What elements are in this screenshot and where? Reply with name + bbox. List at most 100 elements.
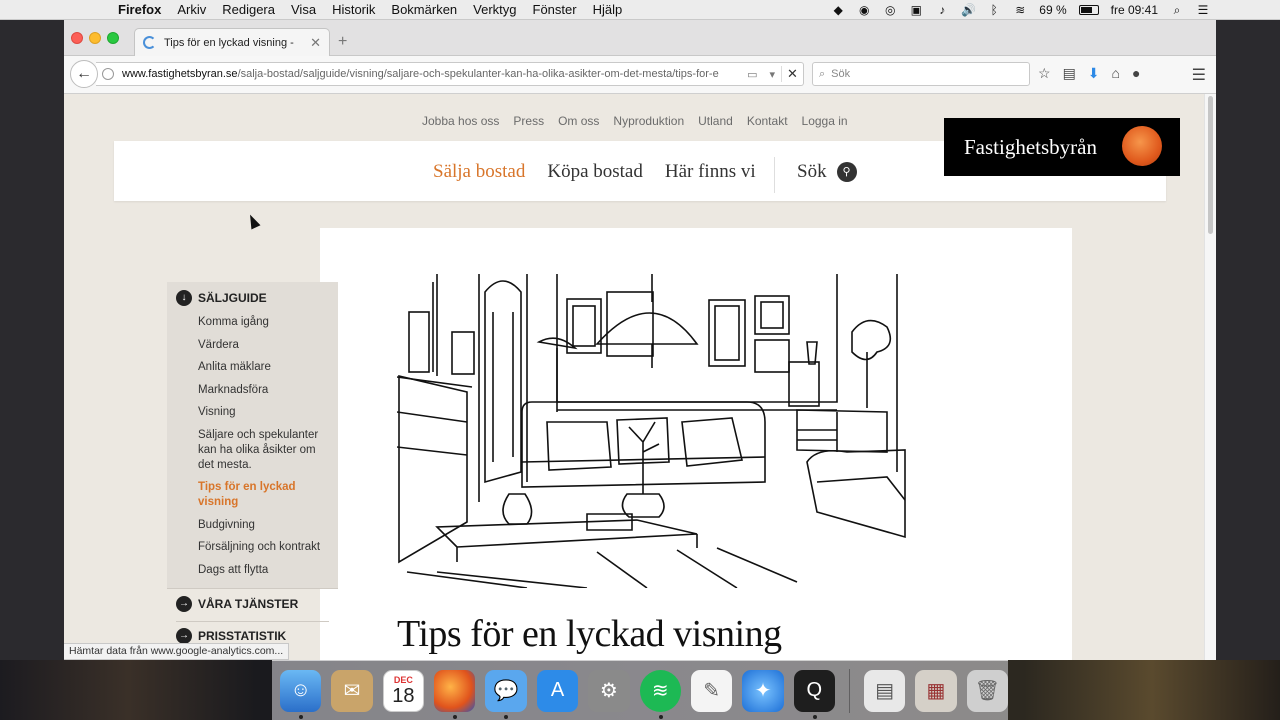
zoom-window-button[interactable] [107, 32, 119, 44]
close-tab-icon[interactable]: ✕ [310, 35, 321, 51]
home-icon[interactable]: ⌂ [1112, 65, 1120, 82]
menu-arkiv[interactable]: Arkiv [169, 2, 214, 17]
window-controls [71, 32, 119, 44]
downloads-icon[interactable]: ⬇ [1088, 65, 1100, 82]
toplink-press[interactable]: Press [513, 114, 544, 128]
sidebar-item-vardera[interactable]: Värdera [198, 338, 328, 353]
stop-icon[interactable]: ✕ [781, 66, 803, 82]
back-button[interactable]: ← [70, 60, 98, 88]
url-text: www.fastighetsbyran.se/salja-bostad/salj… [122, 68, 741, 80]
sidebar-item-visning[interactable]: Visning [198, 405, 328, 420]
tab-title: Tips för en lyckad visning - [164, 36, 294, 49]
sidebar-heading-label: SÄLJGUIDE [198, 291, 267, 305]
close-window-button[interactable] [71, 32, 83, 44]
search-icon: ⌕ [819, 67, 826, 80]
dock: ☺ ✉ DEC 18 💬 A ⚙ ≋ ✎ ✦ Q ▤ ▦ 🗑 [272, 660, 1009, 720]
sidebar-item-marknadsfora[interactable]: Marknadsföra [198, 383, 328, 398]
reader-view-icon[interactable]: ▭ [747, 68, 757, 81]
sync-icon[interactable]: ◎ [883, 3, 897, 17]
menu-verktyg[interactable]: Verktyg [465, 2, 524, 17]
toplink-jobba[interactable]: Jobba hos oss [422, 114, 499, 128]
sidebar-item-budgivning[interactable]: Budgivning [198, 518, 328, 533]
record-icon[interactable]: ◉ [857, 3, 871, 17]
downloads-stack-icon[interactable]: ▤ [863, 669, 906, 712]
search-input[interactable]: ⌕ Sök [812, 62, 1030, 86]
toplink-om-oss[interactable]: Om oss [558, 114, 599, 128]
toplink-kontakt[interactable]: Kontakt [747, 114, 788, 128]
sidebar-item-dags-att-flytta[interactable]: Dags att flytta [198, 563, 328, 578]
menu-historik[interactable]: Historik [324, 2, 383, 17]
site-search-label: Sök [797, 161, 827, 182]
minimize-window-button[interactable] [89, 32, 101, 44]
volume-icon[interactable]: 🔊 [961, 3, 976, 17]
scrollbar-thumb[interactable] [1208, 96, 1213, 234]
system-preferences-icon[interactable]: ⚙ [588, 669, 630, 712]
nav-kopa-bostad[interactable]: Köpa bostad [547, 161, 643, 183]
tab-bar: Tips för en lyckad visning - ✕ + [64, 20, 1216, 56]
url-dropdown-icon[interactable]: ▾ [769, 68, 775, 81]
bookmarks-library-icon[interactable]: ▤ [1063, 65, 1076, 82]
sidebar-item-komma-igang[interactable]: Komma igång [198, 315, 328, 330]
spotlight-icon[interactable]: ⌕ [1170, 3, 1184, 17]
notification-center-icon[interactable]: ☰ [1196, 3, 1210, 17]
chat-icon[interactable]: ● [1132, 65, 1140, 82]
url-domain: www.fastighetsbyran.se [122, 68, 238, 80]
music-icon[interactable]: ♪ [935, 3, 949, 17]
sidebar-list: Komma igång Värdera Anlita mäklare Markn… [198, 315, 328, 585]
dock-separator [848, 668, 850, 713]
menu-visa[interactable]: Visa [283, 2, 324, 17]
menu-redigera[interactable]: Redigera [214, 2, 283, 17]
trash-icon[interactable]: 🗑 [966, 669, 1009, 712]
battery-percent: 69 % [1039, 2, 1067, 17]
sidebar-item-forsaljning-kontrakt[interactable]: Försäljning och kontrakt [198, 540, 328, 555]
sidebar-item-saljare-spekulanter[interactable]: Säljare och spekulanter kan ha olika åsi… [198, 428, 328, 473]
menu-hjalp[interactable]: Hjälp [585, 2, 631, 17]
battery-icon[interactable] [1078, 4, 1099, 15]
arrow-down-circle-icon: ↓ [176, 290, 192, 306]
wifi-icon[interactable]: ≋ [1013, 3, 1027, 17]
notes-icon[interactable]: ▣ [909, 3, 923, 17]
sidebar-section3-label: PRISSTATISTIK [198, 629, 287, 643]
sidebar-heading-saljguide[interactable]: ↓ SÄLJGUIDE [176, 290, 267, 306]
mail-icon[interactable]: ✉ [331, 669, 373, 712]
site-search-button[interactable]: Sök ⚲ [797, 161, 857, 183]
main-nav-items: Sälja bostad Köpa bostad Här finns vi [433, 161, 756, 183]
sidebar-item-anlita-maklare[interactable]: Anlita mäklare [198, 360, 328, 375]
sidebar-heading-prisstatistik[interactable]: → PRISSTATISTIK [176, 628, 286, 644]
menubar: Firefox Arkiv Redigera Visa Historik Bok… [0, 0, 1280, 20]
messages-icon[interactable]: 💬 [485, 669, 527, 719]
menu-app-name[interactable]: Firefox [110, 2, 169, 17]
menu-icon[interactable]: ☰ [1192, 65, 1206, 85]
quicktime-icon[interactable]: Q [793, 669, 835, 719]
nav-bar: www.fastighetsbyran.se/salja-bostad/salj… [64, 56, 1216, 94]
documents-stack-icon[interactable]: ▦ [915, 669, 957, 712]
toplink-logga-in[interactable]: Logga in [802, 114, 848, 128]
sidebar-heading-vara-tjanster[interactable]: → VÅRA TJÄNSTER [176, 596, 298, 612]
menu-bokmarken[interactable]: Bokmärken [383, 2, 465, 17]
calendar-day: 18 [392, 684, 415, 707]
finder-icon[interactable]: ☺ [280, 669, 322, 719]
url-bar[interactable]: www.fastighetsbyran.se/salja-bostad/salj… [96, 62, 804, 86]
sidebar-item-tips-visning[interactable]: Tips för en lyckad visning [198, 480, 328, 510]
tab-active[interactable]: Tips för en lyckad visning - ✕ [134, 28, 330, 56]
bluetooth-icon[interactable]: ᛒ [987, 3, 1001, 17]
toplink-nyproduktion[interactable]: Nyproduktion [613, 114, 684, 128]
bookmark-star-icon[interactable]: ☆ [1038, 65, 1051, 82]
firefox-icon[interactable] [434, 669, 476, 719]
textedit-icon[interactable]: ✎ [690, 669, 733, 712]
site-search-icon: ⚲ [836, 162, 857, 182]
top-links: Jobba hos oss Press Om oss Nyproduktion … [422, 114, 848, 128]
new-tab-icon[interactable]: + [338, 33, 347, 51]
app-store-icon[interactable]: A [536, 669, 579, 712]
spotify-icon[interactable]: ≋ [639, 669, 681, 719]
toplink-utland[interactable]: Utland [698, 114, 733, 128]
menu-fonster[interactable]: Fönster [525, 2, 585, 17]
clock[interactable]: fre 09:41 [1111, 3, 1158, 17]
site-logo[interactable]: Fastighetsbyrån [944, 118, 1180, 176]
calendar-icon[interactable]: DEC 18 [382, 669, 425, 712]
nav-salja-bostad[interactable]: Sälja bostad [433, 161, 525, 183]
safari-icon[interactable]: ✦ [742, 669, 784, 712]
nav-har-finns-vi[interactable]: Här finns vi [665, 161, 756, 183]
dropbox-icon[interactable]: ◆ [831, 3, 845, 17]
page-scrollbar[interactable] [1204, 94, 1216, 660]
